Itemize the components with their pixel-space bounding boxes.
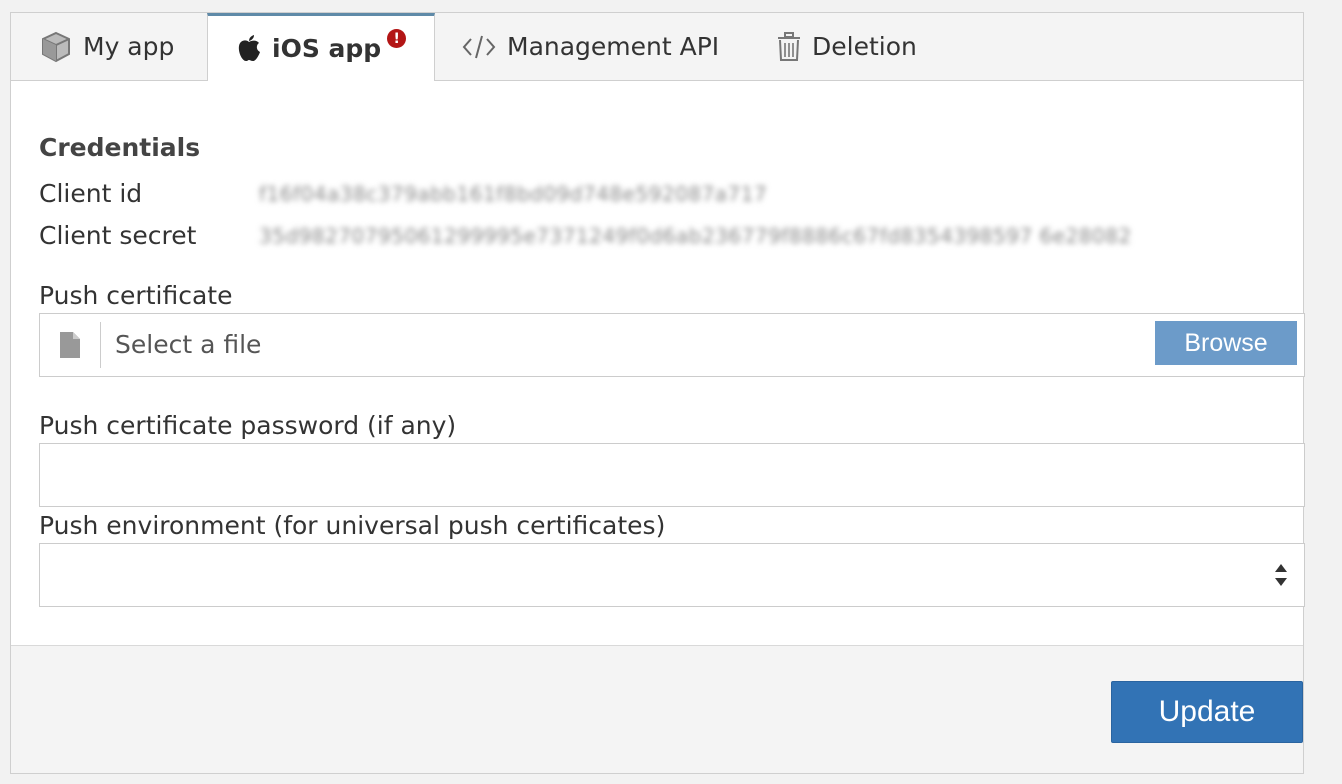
form-footer: Update (11, 645, 1303, 773)
client-secret-label: Client secret (39, 221, 197, 250)
tab-deletion[interactable]: Deletion (776, 13, 917, 80)
client-id-value: f16f04a38c379abb161f8bd09d748e592087a717 (259, 182, 768, 206)
tab-bar: My app iOS app ! Management API Deletion (11, 13, 1303, 81)
tab-deletion-label: Deletion (812, 32, 917, 61)
credentials-title: Credentials (39, 133, 201, 162)
browse-button[interactable]: Browse (1155, 321, 1297, 365)
trash-icon (776, 31, 802, 62)
file-icon (40, 322, 101, 368)
push-environment-label: Push environment (for universal push cer… (39, 511, 666, 540)
client-secret-value: 35d98270795061299995e7371249f0d6ab236779… (259, 224, 1132, 248)
file-placeholder: Select a file (115, 330, 262, 359)
push-password-input[interactable] (39, 443, 1305, 507)
app-settings-panel: My app iOS app ! Management API Deletion… (10, 12, 1305, 774)
tab-management-api[interactable]: Management API (461, 13, 719, 80)
push-password-label: Push certificate password (if any) (39, 411, 457, 440)
client-id-label: Client id (39, 179, 143, 208)
push-environment-select[interactable] (39, 543, 1305, 607)
tab-ios-app[interactable]: iOS app ! (207, 13, 436, 81)
cube-icon (39, 30, 73, 64)
push-certificate-label: Push certificate (39, 281, 233, 310)
alert-icon: ! (387, 29, 407, 48)
tab-management-api-label: Management API (507, 32, 720, 61)
tab-my-app[interactable]: My app (39, 13, 174, 80)
tab-my-app-label: My app (83, 32, 175, 61)
apple-icon (236, 34, 262, 64)
push-certificate-file-input[interactable]: Select a file Browse (39, 313, 1305, 377)
code-icon (461, 34, 497, 60)
update-button[interactable]: Update (1111, 681, 1303, 743)
select-arrows-icon (1275, 564, 1287, 586)
tab-ios-app-label: iOS app (272, 34, 382, 63)
